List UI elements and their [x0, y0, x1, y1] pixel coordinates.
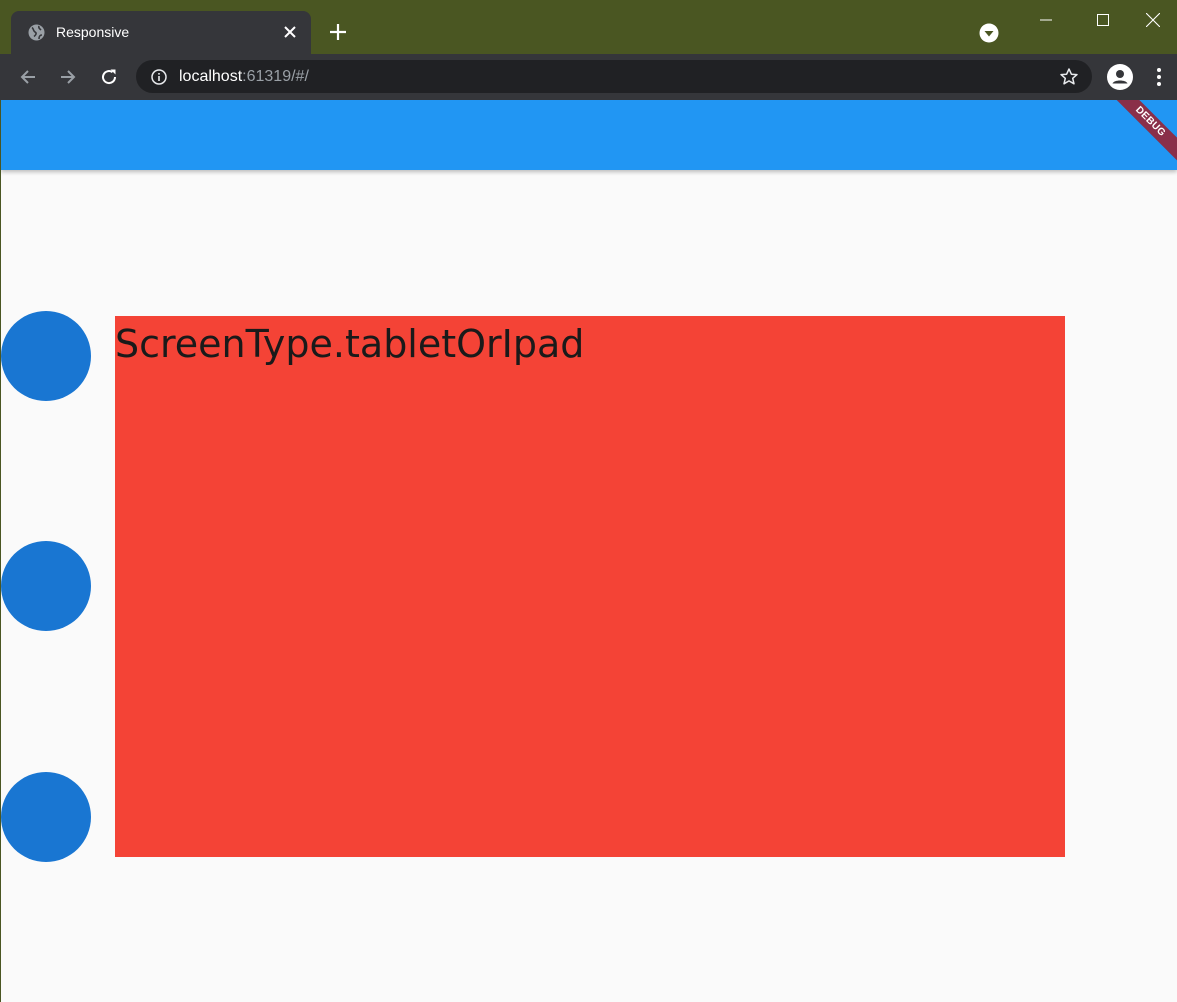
- new-tab-plus-icon[interactable]: [326, 20, 350, 44]
- app-bar: [1, 100, 1177, 170]
- tab-close-icon[interactable]: [280, 22, 300, 42]
- tab-responsive[interactable]: Responsive: [11, 11, 311, 54]
- star-icon[interactable]: [1059, 67, 1079, 87]
- three-dots-icon[interactable]: [1149, 66, 1169, 88]
- reload-icon[interactable]: [96, 64, 122, 90]
- circle-3: [1, 772, 91, 862]
- arrow-left-icon[interactable]: [15, 64, 41, 90]
- avatar-icon[interactable]: [1106, 63, 1134, 91]
- screen-type-box: ScreenType.tabletOrIpad: [115, 316, 1065, 857]
- circle-2: [1, 541, 91, 631]
- tab-search-dropdown-icon[interactable]: [978, 22, 1000, 44]
- browser-toolbar: localhost:61319/#/: [0, 54, 1177, 100]
- info-icon[interactable]: [151, 69, 167, 85]
- maximize-icon[interactable]: [1074, 0, 1131, 40]
- url-text: localhost:61319/#/: [179, 67, 309, 87]
- arrow-right-icon[interactable]: [55, 64, 81, 90]
- minimize-icon[interactable]: [1017, 0, 1074, 40]
- address-bar[interactable]: localhost:61319/#/: [136, 60, 1092, 93]
- circle-1: [1, 311, 91, 401]
- globe-icon: [28, 24, 45, 41]
- url-host: localhost: [179, 68, 243, 85]
- tab-title: Responsive: [56, 24, 130, 40]
- url-path: :61319/#/: [242, 68, 309, 85]
- browser-window: Responsive localhost:61319/#/ DEBUG Scre…: [0, 0, 1177, 1002]
- tab-strip: Responsive: [0, 0, 1177, 54]
- screen-type-text: ScreenType.tabletOrIpad: [115, 322, 585, 366]
- page-viewport: DEBUG ScreenType.tabletOrIpad: [1, 100, 1177, 1002]
- window-close-icon[interactable]: [1129, 0, 1177, 40]
